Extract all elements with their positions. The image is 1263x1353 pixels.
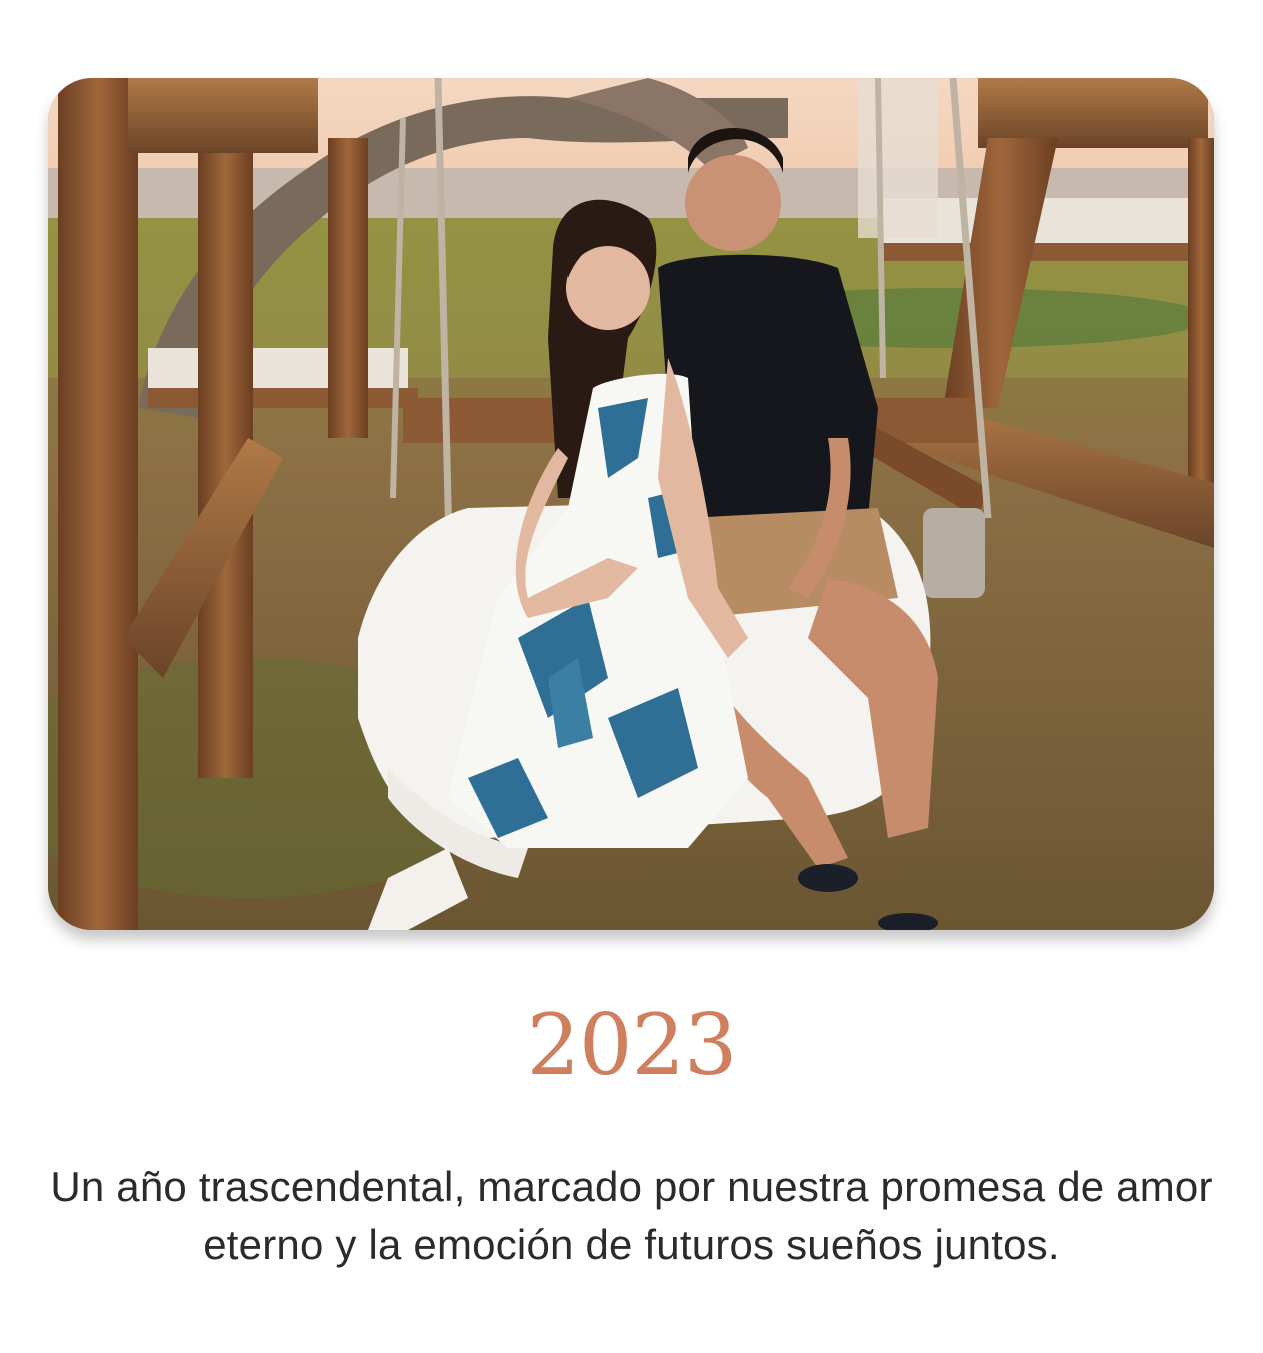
timeline-card: 2023 Un año trascendental, marcado por n… [0,0,1263,1353]
year-description: Un año trascendental, marcado por nuestr… [50,1163,1213,1268]
couple-photo [48,78,1214,930]
year-heading: 2023 [526,996,738,1094]
couple-photo-image [48,78,1214,930]
